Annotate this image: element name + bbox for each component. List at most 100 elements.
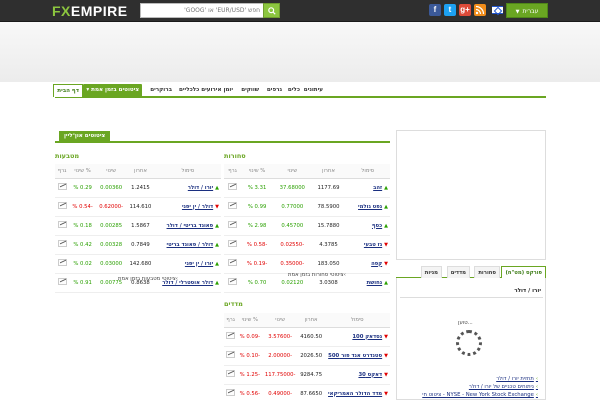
commodities-more-link[interactable]: ›ציטוטי סחורות בזמן אמת [288, 272, 346, 278]
mini-chart-cell[interactable] [224, 197, 242, 217]
symbol-link[interactable]: ▼מדד הדולר האמריקאי [324, 384, 390, 400]
table-row[interactable]: ▼מדד הדולר האמריקאי 87.6650 -0.49000 -0.56 … [224, 384, 390, 400]
table-row[interactable]: ▼נסדאק 100 4160.50 -3.57600 -0.09 % [224, 327, 390, 347]
chart-icon[interactable] [57, 221, 67, 228]
col-chart: גרף [224, 164, 242, 179]
symbol-link[interactable]: ▲פאונד בריטי / דולר [154, 216, 221, 236]
sidebar-link-nyse[interactable]: ›NYSE - New York Stock Exchange - ציטוט … [398, 392, 538, 399]
chart-icon[interactable] [228, 278, 238, 285]
table-row[interactable]: ▲דולר / פאונד בריטי 0.7849 0.00328 0.42 % [55, 235, 221, 255]
symbol-link[interactable]: ▼נסדאק 100 [324, 327, 390, 347]
tab-stocks[interactable]: מניות [420, 266, 442, 278]
table-row[interactable]: ▲יורו / דולר 1.2415 0.00360 0.29 % [55, 178, 221, 198]
symbol-link[interactable]: ▲זהב [345, 178, 390, 198]
symbol-link[interactable]: ▼קפה [345, 254, 390, 274]
table-row[interactable]: ▼קפה 183.050 -0.35000 -0.19 % [224, 254, 390, 274]
symbol-link[interactable]: ▲דולר / פאונד בריטי [154, 235, 221, 255]
chart-icon[interactable] [57, 202, 67, 209]
table-row[interactable]: ▲פאונד בריטי / דולר 1.5867 0.00285 0.18 % [55, 216, 221, 236]
mini-chart-cell[interactable] [224, 384, 238, 400]
rss-icon[interactable] [474, 4, 486, 16]
change-value: 0.00360 [95, 178, 127, 198]
last-value: 78.5900 [311, 197, 346, 217]
chart-icon[interactable] [226, 370, 236, 377]
symbol-link[interactable]: ▼דאקס 30 [324, 365, 390, 385]
table-row[interactable]: ▼דולר / ין יפני 114.610 -0.62000 -0.54 % [55, 197, 221, 217]
chart-icon[interactable] [226, 351, 236, 358]
chart-icon[interactable] [226, 332, 236, 339]
col-symbol: סימול [154, 164, 221, 179]
tab-forex[interactable]: פורקס (מט"ח) [501, 266, 546, 278]
chart-icon[interactable] [228, 259, 238, 266]
nav-economic-calendar[interactable]: יומן אירועים כלכליים [179, 84, 233, 97]
nav-tools[interactable]: כלים [288, 84, 300, 97]
table-row[interactable]: ▲זהב 1177.69 37.68000 3.31 % [224, 178, 390, 198]
chart-icon[interactable] [57, 278, 67, 285]
sidebar-link-forecast[interactable]: ›תחזית יורו / דולר [398, 376, 538, 383]
symbol-link[interactable]: ▲יורו / ין יפני [154, 254, 221, 274]
symbol-link[interactable]: ▲כסף [345, 216, 390, 236]
search-input[interactable] [141, 4, 263, 17]
chart-icon[interactable] [226, 389, 236, 396]
mini-chart-cell[interactable] [224, 365, 238, 385]
nav-home[interactable]: דף הבית [53, 84, 83, 97]
nav-markets[interactable]: שווקים [241, 84, 259, 97]
mini-chart-cell[interactable] [55, 235, 70, 255]
mini-chart-cell[interactable] [224, 273, 242, 293]
mini-chart-cell[interactable] [224, 254, 242, 274]
table-row[interactable]: ▼דאקס 30 9284.75 -117.75000 -1.25 % [224, 365, 390, 385]
chart-icon[interactable] [57, 240, 67, 247]
chart-icon[interactable] [57, 259, 67, 266]
chart-icon[interactable] [228, 183, 238, 190]
mini-chart-cell[interactable] [224, 346, 238, 366]
symbol-link[interactable]: ▲יורו / דולר [154, 178, 221, 198]
tab-commodities[interactable]: סחורות [474, 266, 500, 278]
change-value: 0.00285 [95, 216, 127, 236]
table-row[interactable]: ▲יורו / ין יפני 142.680 0.03000 0.02 % [55, 254, 221, 274]
nav-news[interactable]: עיתונים [304, 84, 323, 97]
chart-icon[interactable] [228, 202, 238, 209]
twitter-icon[interactable]: t [444, 4, 456, 16]
table-row[interactable]: ▲כסף 15.7880 0.45700 2.98 % [224, 216, 390, 236]
arrow-up-icon: ▲ [384, 222, 388, 229]
symbol-link[interactable]: ▲נחושת [345, 273, 390, 293]
symbol-link[interactable]: ▲נפט גולמי [345, 197, 390, 217]
mini-chart-cell[interactable] [224, 178, 242, 198]
currencies-more-link[interactable]: ›ציטוטי מטבעות בזמן אמת [118, 276, 178, 282]
indices-title: מדדים [224, 300, 243, 308]
mini-chart-cell[interactable] [224, 235, 242, 255]
sidebar-link-technical[interactable]: ›ניתוחים טכניים של יורו / דולר [398, 384, 538, 391]
sidebar-selected-symbol[interactable]: יורו / דולר [400, 285, 543, 298]
table-row[interactable]: ▼גז טבעי 4.3785 -0.02550 -0.58 % [224, 235, 390, 255]
mini-chart-cell[interactable] [224, 216, 242, 236]
last-value: 1177.69 [311, 178, 346, 198]
mini-chart-cell[interactable] [55, 273, 70, 293]
col-last: אחרון [311, 164, 346, 179]
chart-icon[interactable] [228, 240, 238, 247]
nav-brokers[interactable]: ברוקרים [150, 84, 172, 97]
symbol-link[interactable]: ▼גז טבעי [345, 235, 390, 255]
symbol-link[interactable]: ▼דולר / ין יפני [154, 197, 221, 217]
mini-chart-cell[interactable] [224, 327, 238, 347]
section-tab-live-quotes[interactable]: ציטוטים און־ליין [59, 131, 111, 141]
symbol-link[interactable]: ▼סטנדרט אנד פור 500 [324, 346, 390, 366]
tab-indices[interactable]: מדדים [446, 266, 470, 278]
ad-banner [0, 22, 600, 82]
language-select[interactable]: ▼ עברית [506, 3, 548, 18]
mini-chart-cell[interactable] [55, 178, 70, 198]
table-row[interactable]: ▼סטנדרט אנד פור 500 2026.50 -2.00000 -0.10 … [224, 346, 390, 366]
mini-chart-cell[interactable] [55, 254, 70, 274]
nav-live-quotes[interactable]: ציטוטים בזמן אמת ▾ [83, 84, 142, 97]
mini-chart-cell[interactable] [55, 216, 70, 236]
table-row[interactable]: ▲נפט גולמי 78.5900 0.77000 0.99 % [224, 197, 390, 217]
fxempire-logo[interactable]: FXEMPIRE [52, 4, 128, 18]
arrow-down-icon: ▼ [384, 371, 388, 378]
nav-charts[interactable]: גרפים [267, 84, 282, 97]
mini-chart-cell[interactable] [55, 197, 70, 217]
search-button[interactable] [263, 3, 280, 18]
chart-icon[interactable] [228, 221, 238, 228]
google-plus-icon[interactable]: g+ [459, 4, 471, 16]
chart-icon[interactable] [57, 183, 67, 190]
change-value: 0.77000 [273, 197, 312, 217]
facebook-icon[interactable]: f [429, 4, 441, 16]
